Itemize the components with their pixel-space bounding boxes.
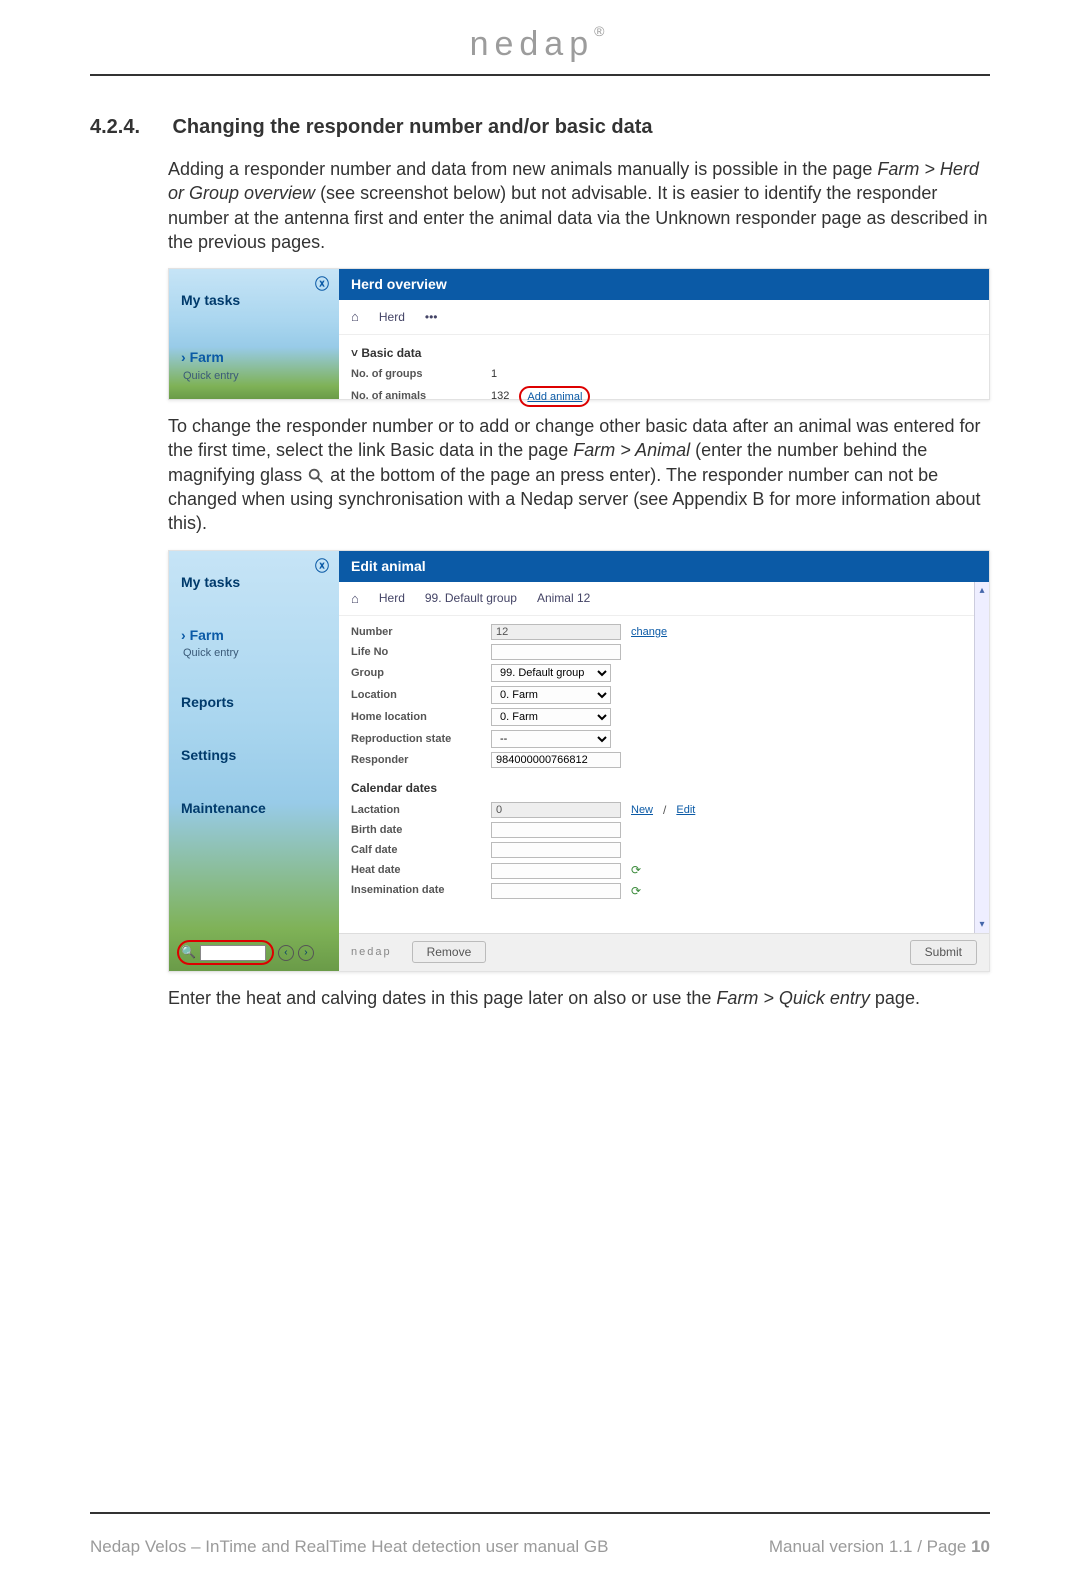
- sidebar-item-mytasks[interactable]: My tasks: [181, 291, 327, 310]
- sidebar-item-quickentry[interactable]: Quick entry: [183, 646, 327, 661]
- sidebar-item-farm[interactable]: › Farm: [181, 348, 327, 367]
- label-no-animals: No. of animals: [351, 389, 481, 404]
- lactation-input[interactable]: [491, 802, 621, 818]
- search-icon[interactable]: 🔍: [181, 944, 196, 960]
- sidebar-item-reports[interactable]: Reports: [181, 693, 327, 712]
- section-title: Changing the responder number and/or bas…: [172, 116, 652, 139]
- responder-input[interactable]: [491, 752, 621, 768]
- add-animal-link[interactable]: Add animal: [527, 391, 582, 403]
- label-location: Location: [351, 688, 481, 703]
- label-responder: Responder: [351, 753, 481, 768]
- footer-rule: [90, 1512, 990, 1514]
- prev-button[interactable]: ‹: [278, 945, 294, 961]
- close-icon[interactable]: ⓧ: [315, 557, 329, 576]
- screenshot-herd-overview: ⓧ My tasks › Farm Quick entry Herd overv…: [168, 268, 990, 400]
- sidebar-item-farm[interactable]: › Farm: [181, 626, 327, 645]
- close-icon[interactable]: ⓧ: [315, 275, 329, 294]
- label-repro-state: Reproduction state: [351, 732, 481, 747]
- refresh-icon[interactable]: ⟳: [631, 883, 641, 899]
- panel-title: Edit animal: [339, 551, 989, 582]
- paragraph-1: Adding a responder number and data from …: [168, 157, 990, 254]
- sidebar-item-maintenance[interactable]: Maintenance: [181, 799, 327, 818]
- footer-left: Nedap Velos – InTime and RealTime Heat d…: [90, 1537, 608, 1557]
- crumb-more[interactable]: •••: [425, 309, 438, 325]
- number-input[interactable]: [491, 624, 621, 640]
- repro-select[interactable]: --: [491, 730, 611, 748]
- search-input[interactable]: [200, 945, 266, 961]
- sidebar-item-mytasks[interactable]: My tasks: [181, 573, 327, 592]
- submit-button[interactable]: Submit: [910, 940, 977, 964]
- label-insem-date: Insemination date: [351, 883, 481, 898]
- new-link[interactable]: New: [631, 803, 653, 818]
- section-number: 4.2.4.: [90, 116, 168, 139]
- brand-logo: nedap®: [90, 25, 990, 64]
- footer-right: Manual version 1.1 / Page 10: [769, 1537, 990, 1557]
- insem-date-input[interactable]: [491, 883, 621, 899]
- scroll-up-icon[interactable]: ▴: [979, 584, 984, 598]
- home-icon[interactable]: ⌂: [351, 590, 359, 608]
- screenshot-edit-animal: ⓧ My tasks › Farm Quick entry Reports Se…: [168, 550, 990, 972]
- label-birth-date: Birth date: [351, 823, 481, 838]
- scrollbar[interactable]: ▴ ▾: [974, 582, 989, 934]
- paragraph-3: Enter the heat and calving dates in this…: [168, 986, 990, 1010]
- home-location-select[interactable]: 0. Farm: [491, 708, 611, 726]
- value-no-animals: 132: [491, 389, 509, 404]
- change-link[interactable]: change: [631, 625, 667, 640]
- footer-brand: nedap: [351, 945, 392, 960]
- crumb-herd[interactable]: Herd: [379, 590, 405, 606]
- remove-button[interactable]: Remove: [412, 941, 487, 963]
- group-select[interactable]: 99. Default group: [491, 664, 611, 682]
- crumb-animal[interactable]: Animal 12: [537, 590, 590, 606]
- lifeno-input[interactable]: [491, 644, 621, 660]
- paragraph-2: To change the responder number or to add…: [168, 414, 990, 535]
- breadcrumb: ⌂ Herd 99. Default group Animal 12: [339, 582, 974, 617]
- calf-date-input[interactable]: [491, 842, 621, 858]
- heat-date-input[interactable]: [491, 863, 621, 879]
- label-home-location: Home location: [351, 710, 481, 725]
- basic-data-header[interactable]: ˅ Basic data: [351, 345, 977, 361]
- label-number: Number: [351, 625, 481, 640]
- refresh-icon[interactable]: ⟳: [631, 862, 641, 878]
- label-group: Group: [351, 666, 481, 681]
- label-no-groups: No. of groups: [351, 367, 481, 382]
- label-lifeno: Life No: [351, 645, 481, 660]
- birth-date-input[interactable]: [491, 822, 621, 838]
- breadcrumb: ⌂ Herd •••: [339, 300, 989, 335]
- crumb-herd[interactable]: Herd: [379, 309, 405, 325]
- search-row: 🔍 ‹ ›: [177, 940, 314, 964]
- label-calf-date: Calf date: [351, 843, 481, 858]
- header-rule: [90, 74, 990, 76]
- edit-link[interactable]: Edit: [676, 803, 695, 818]
- calendar-dates-header: Calendar dates: [351, 780, 962, 796]
- label-heat-date: Heat date: [351, 863, 481, 878]
- highlight-add-animal: Add animal: [519, 386, 590, 407]
- sidebar-item-quickentry[interactable]: Quick entry: [183, 369, 327, 384]
- scroll-down-icon[interactable]: ▾: [979, 918, 984, 932]
- highlight-search: 🔍: [177, 940, 274, 964]
- page-footer: Nedap Velos – InTime and RealTime Heat d…: [90, 1537, 990, 1557]
- home-icon[interactable]: ⌂: [351, 308, 359, 326]
- sidebar-item-settings[interactable]: Settings: [181, 746, 327, 765]
- value-no-groups: 1: [491, 367, 497, 382]
- next-button[interactable]: ›: [298, 945, 314, 961]
- crumb-group[interactable]: 99. Default group: [425, 590, 517, 606]
- panel-title: Herd overview: [339, 269, 989, 300]
- label-lactation: Lactation: [351, 803, 481, 818]
- location-select[interactable]: 0. Farm: [491, 686, 611, 704]
- magnifying-glass-icon: [307, 467, 325, 485]
